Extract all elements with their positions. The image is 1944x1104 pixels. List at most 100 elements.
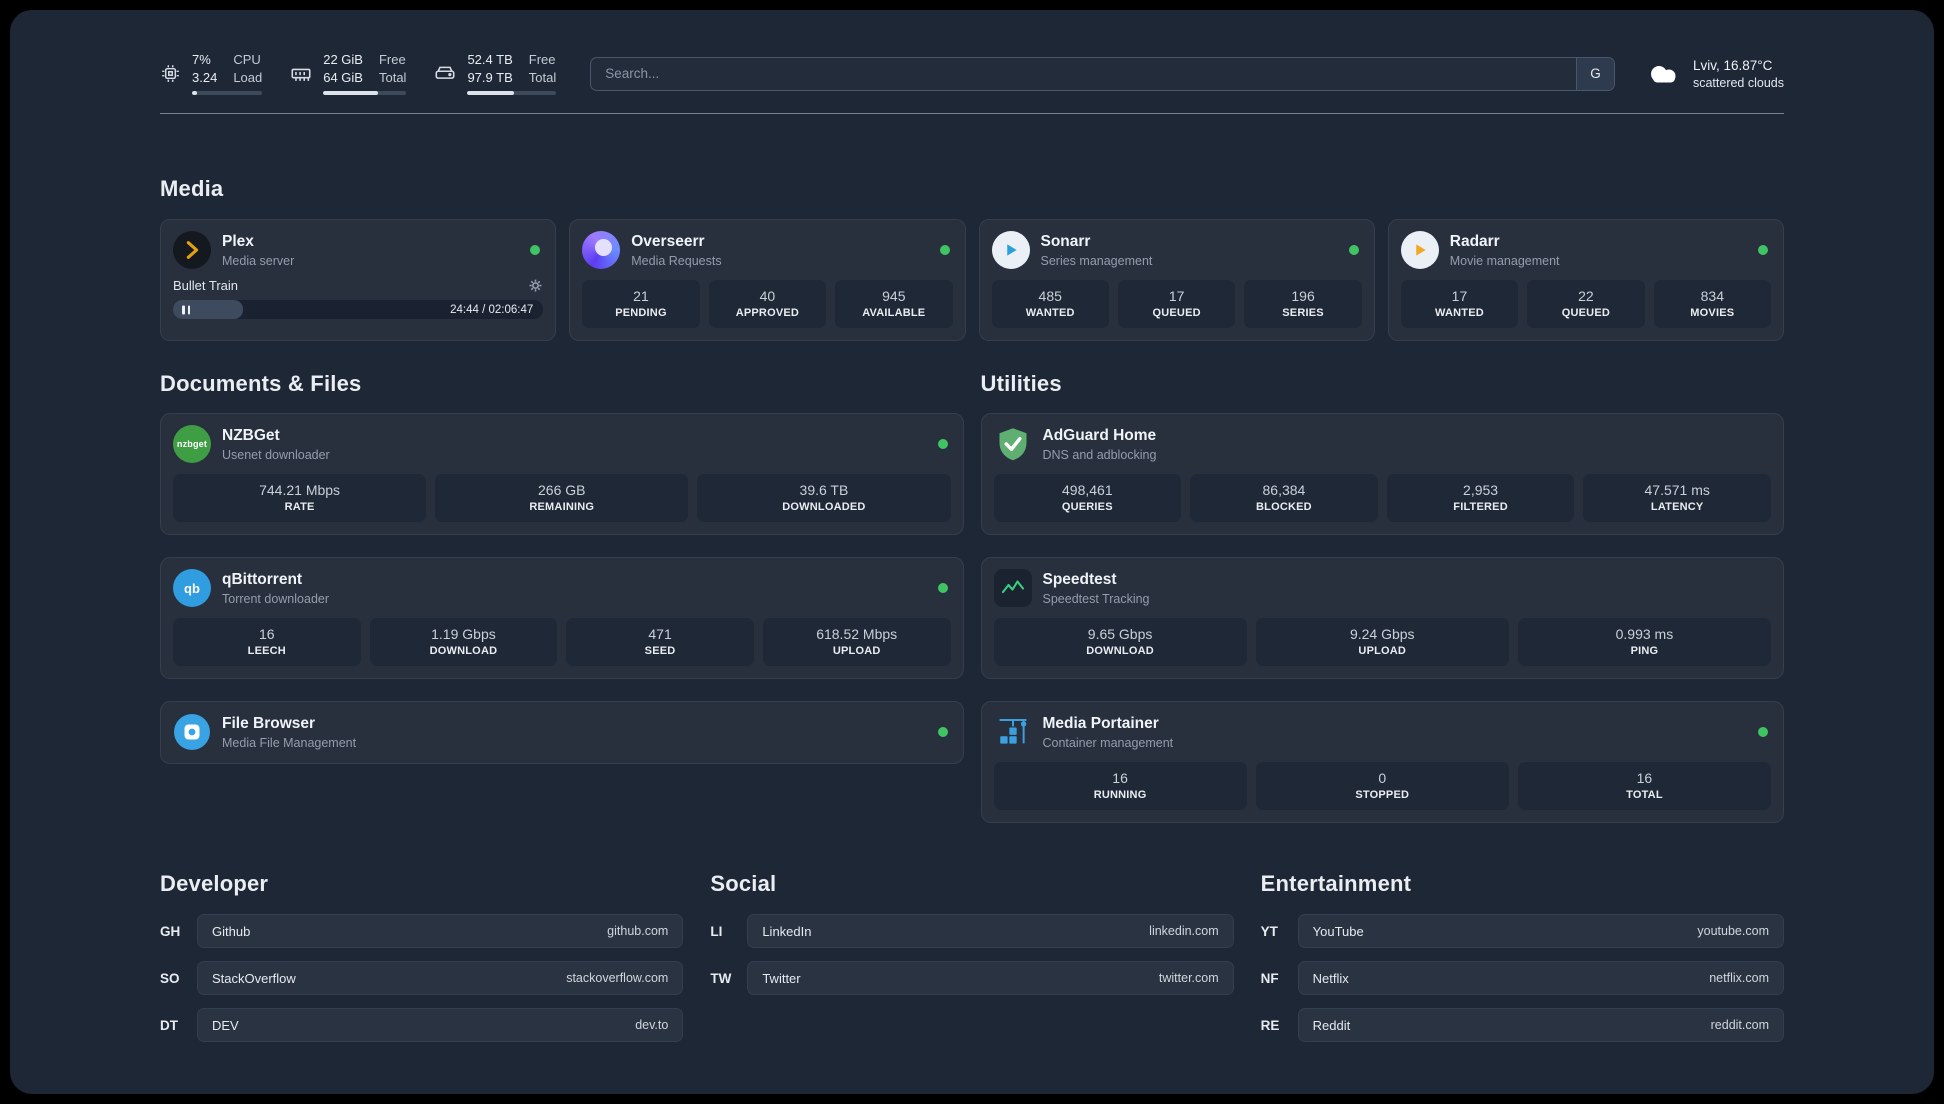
search-input[interactable] bbox=[591, 57, 1576, 90]
section-title-media: Media bbox=[160, 176, 224, 201]
status-dot bbox=[1348, 245, 1359, 255]
bookmark-link-twitter[interactable]: Twitter twitter.com bbox=[747, 961, 1234, 995]
bookmark-row: NF Netflix netflix.com bbox=[1261, 961, 1784, 995]
stat-tile: 196 SERIES bbox=[1244, 280, 1362, 328]
app-header: Plex Media server bbox=[173, 231, 543, 269]
app-card-plex[interactable]: Plex Media server Bullet Train 24:44 / 0… bbox=[160, 219, 557, 341]
stats-row: 485 WANTED 17 QUEUED 196 SERIES bbox=[991, 280, 1362, 328]
app-subtitle: DNS and adblocking bbox=[1042, 447, 1157, 462]
bookmark-name: DEV bbox=[212, 1017, 239, 1033]
bookmark-group-entertainment: Entertainment YT YouTube youtube.com NF … bbox=[1261, 871, 1784, 1055]
app-card-overseerr[interactable]: Overseerr Media Requests 21 PENDING 40 A… bbox=[569, 219, 966, 341]
bookmark-row: SO StackOverflow stackoverflow.com bbox=[160, 961, 684, 995]
status-dot bbox=[939, 245, 950, 255]
memory-stat: 22 GiB 64 GiB Free Total bbox=[290, 52, 407, 95]
bookmark-abbr: SO bbox=[160, 970, 180, 986]
stat-label: RATE bbox=[284, 501, 315, 513]
stat-value: 834 bbox=[1700, 288, 1724, 304]
bookmark-link-netflix[interactable]: Netflix netflix.com bbox=[1297, 961, 1784, 995]
bookmark-group-title: Social bbox=[710, 871, 777, 896]
bookmark-url: dev.to bbox=[635, 1018, 669, 1032]
bookmark-name: Github bbox=[212, 923, 251, 939]
stat-value: 945 bbox=[882, 288, 906, 304]
stats-row: 744.21 Mbps RATE 266 GB REMAINING 39.6 T… bbox=[173, 474, 951, 522]
cpu-load-value: 3.24 bbox=[192, 70, 218, 85]
stat-label: DOWNLOADED bbox=[782, 501, 866, 513]
app-card-portainer[interactable]: Media Portainer Container management 16 … bbox=[980, 701, 1784, 823]
qbittorrent-icon: qb bbox=[173, 569, 211, 607]
app-card-nzbget[interactable]: nzbget NZBGet Usenet downloader 744.21 M… bbox=[160, 413, 964, 535]
memory-free-label: Free bbox=[378, 52, 406, 67]
bookmark-row: DT DEV dev.to bbox=[160, 1008, 684, 1042]
bookmark-link-stackoverflow[interactable]: StackOverflow stackoverflow.com bbox=[197, 961, 684, 995]
stat-value: 17 bbox=[1168, 288, 1185, 304]
stat-value: 16 bbox=[1112, 770, 1128, 786]
bookmark-row: TW Twitter twitter.com bbox=[710, 961, 1234, 995]
stat-tile: 834 MOVIES bbox=[1653, 280, 1772, 328]
stat-tile: 16 RUNNING bbox=[993, 762, 1247, 810]
app-card-qbittorrent[interactable]: qb qBittorrent Torrent downloader 16 LEE… bbox=[160, 557, 964, 679]
app-subtitle: Media File Management bbox=[222, 735, 357, 750]
stat-tile: 266 GB REMAINING bbox=[435, 474, 689, 522]
bookmark-name: Reddit bbox=[1312, 1017, 1351, 1033]
pause-icon[interactable] bbox=[182, 305, 190, 314]
stat-value: 471 bbox=[648, 626, 672, 642]
bookmark-row: LI LinkedIn linkedin.com bbox=[710, 914, 1234, 948]
app-subtitle: Usenet downloader bbox=[222, 447, 330, 462]
app-subtitle: Container management bbox=[1042, 735, 1174, 750]
bookmark-group-title: Entertainment bbox=[1260, 871, 1412, 896]
app-card-sonarr[interactable]: Sonarr Series management 485 WANTED 17 Q… bbox=[978, 219, 1375, 341]
gear-icon[interactable] bbox=[528, 278, 543, 293]
cpu-progress-fill bbox=[192, 91, 197, 95]
app-subtitle: Media Requests bbox=[631, 253, 722, 268]
stat-tile: 471 SEED bbox=[566, 618, 754, 666]
plex-icon bbox=[173, 231, 211, 269]
stat-tile: 21 PENDING bbox=[582, 280, 700, 328]
app-header: qb qBittorrent Torrent downloader bbox=[173, 569, 951, 607]
stat-value: 266 GB bbox=[538, 482, 586, 498]
stat-value: 0 bbox=[1378, 770, 1387, 786]
memory-icon bbox=[290, 63, 312, 85]
bookmark-url: linkedin.com bbox=[1149, 924, 1219, 938]
top-bar: 7% 3.24 CPU Load 22 GiB 64 GiB Free Tota… bbox=[160, 52, 1784, 95]
app-name: AdGuard Home bbox=[1042, 426, 1157, 444]
bookmark-url: reddit.com bbox=[1710, 1018, 1769, 1032]
stats-row: 9.65 Gbps DOWNLOAD 9.24 Gbps UPLOAD 0.99… bbox=[993, 618, 1772, 666]
playback-progress-bar[interactable]: 24:44 / 02:06:47 bbox=[173, 300, 544, 319]
app-card-radarr[interactable]: Radarr Movie management 17 WANTED 22 QUE… bbox=[1387, 219, 1784, 341]
stat-tile: 945 AVAILABLE bbox=[835, 280, 953, 328]
bookmark-row: RE Reddit reddit.com bbox=[1261, 1008, 1784, 1042]
stat-label: WANTED bbox=[1435, 307, 1484, 319]
app-card-adguard[interactable]: AdGuard Home DNS and adblocking 498,461 … bbox=[980, 413, 1784, 535]
plex-now-playing-widget: Bullet Train 24:44 / 02:06:47 bbox=[173, 278, 544, 319]
bookmark-group-title: Developer bbox=[160, 871, 269, 896]
app-header: File Browser Media File Management bbox=[173, 713, 951, 751]
app-name: Overseerr bbox=[631, 232, 705, 250]
app-name: Plex bbox=[222, 232, 254, 250]
search-engine-button[interactable]: G bbox=[1575, 57, 1614, 90]
stat-label: PENDING bbox=[615, 307, 667, 319]
app-name: qBittorrent bbox=[222, 570, 303, 588]
dashboard-content: 7% 3.24 CPU Load 22 GiB 64 GiB Free Tota… bbox=[160, 10, 1784, 1085]
filebrowser-icon bbox=[173, 713, 211, 751]
cpu-progress-bar bbox=[192, 91, 263, 95]
overseerr-icon bbox=[582, 231, 621, 269]
bookmark-abbr: YT bbox=[1260, 923, 1278, 939]
bookmark-link-linkedin[interactable]: LinkedIn linkedin.com bbox=[747, 914, 1234, 948]
bookmark-link-reddit[interactable]: Reddit reddit.com bbox=[1297, 1008, 1784, 1042]
status-dot bbox=[1758, 245, 1768, 255]
stat-tile: 618.52 Mbps UPLOAD bbox=[762, 618, 951, 666]
stat-value: 16 bbox=[1636, 770, 1653, 786]
app-name: File Browser bbox=[222, 714, 316, 732]
cpu-label: CPU bbox=[233, 52, 261, 67]
app-card-filebrowser[interactable]: File Browser Media File Management bbox=[160, 701, 964, 764]
bookmark-link-youtube[interactable]: YouTube youtube.com bbox=[1297, 914, 1784, 948]
bookmark-url: twitter.com bbox=[1158, 971, 1219, 985]
stat-value: 196 bbox=[1291, 288, 1315, 304]
app-card-speedtest[interactable]: Speedtest Speedtest Tracking 9.65 Gbps D… bbox=[980, 557, 1784, 679]
bookmark-link-github[interactable]: Github github.com bbox=[197, 914, 684, 948]
status-dot bbox=[937, 583, 948, 593]
bookmark-link-dev[interactable]: DEV dev.to bbox=[197, 1008, 684, 1042]
bookmark-url: youtube.com bbox=[1697, 924, 1769, 938]
hard-drive-icon bbox=[434, 63, 456, 85]
